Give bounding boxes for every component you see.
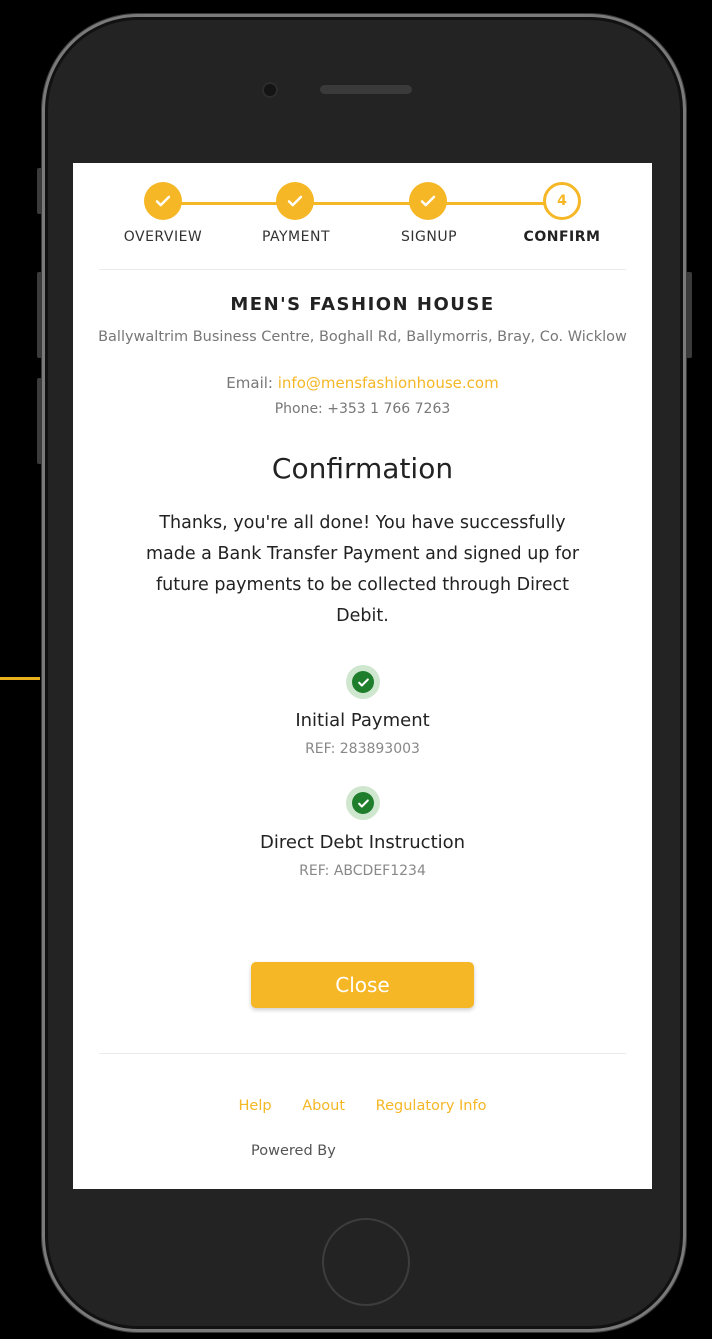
help-link[interactable]: Help xyxy=(239,1098,272,1114)
direct-debit-ref: REF: ABCDEF1234 xyxy=(299,863,426,879)
step-label-signup: SIGNUP xyxy=(400,229,458,245)
accent-line xyxy=(0,677,40,680)
earpiece-speaker xyxy=(320,85,412,94)
front-camera xyxy=(264,84,276,96)
regulatory-info-link[interactable]: Regulatory Info xyxy=(376,1098,487,1114)
merchant-phone: Phone: +353 1 766 7263 xyxy=(274,401,451,417)
footer-links: Help About Regulatory Info xyxy=(73,1098,652,1114)
phone-screen: 4 OVERVIEW PAYMENT SIGNUP CONFIRM MEN'S … xyxy=(73,163,652,1189)
step-connector xyxy=(428,202,561,205)
merchant-name: MEN'S FASHION HOUSE xyxy=(230,294,495,315)
power-button xyxy=(686,272,692,358)
step-connector xyxy=(295,202,428,205)
success-check-icon xyxy=(346,786,380,820)
merchant-email-line: Email: info@mensfashionhouse.com xyxy=(73,374,652,392)
email-label: Email: xyxy=(226,374,273,392)
direct-debit-title: Direct Debt Instruction xyxy=(259,832,466,853)
confirmation-message: Thanks, you're all done! You have succes… xyxy=(145,513,580,626)
initial-payment-ref: REF: 283893003 xyxy=(305,741,420,757)
page-title: Confirmation xyxy=(271,452,454,485)
footer-divider xyxy=(99,1053,626,1054)
header-divider xyxy=(99,269,626,270)
merchant-address: Ballywaltrim Business Centre, Boghall Rd… xyxy=(98,329,627,345)
powered-by-text: Powered By xyxy=(251,1143,336,1159)
step-label-payment: PAYMENT xyxy=(261,229,331,245)
initial-payment-title: Initial Payment xyxy=(295,710,430,731)
step-label-overview: OVERVIEW xyxy=(123,229,203,245)
email-link[interactable]: info@mensfashionhouse.com xyxy=(278,374,499,392)
close-button[interactable]: Close xyxy=(251,962,474,1008)
success-check-icon xyxy=(346,665,380,699)
step-signup-check-icon xyxy=(409,182,447,220)
step-payment-check-icon xyxy=(276,182,314,220)
home-button xyxy=(322,1218,410,1306)
step-label-confirm: CONFIRM xyxy=(523,229,601,245)
step-confirm-number: 4 xyxy=(543,182,581,220)
about-link[interactable]: About xyxy=(302,1098,345,1114)
step-overview-check-icon xyxy=(144,182,182,220)
progress-stepper: 4 OVERVIEW PAYMENT SIGNUP CONFIRM xyxy=(73,163,652,269)
